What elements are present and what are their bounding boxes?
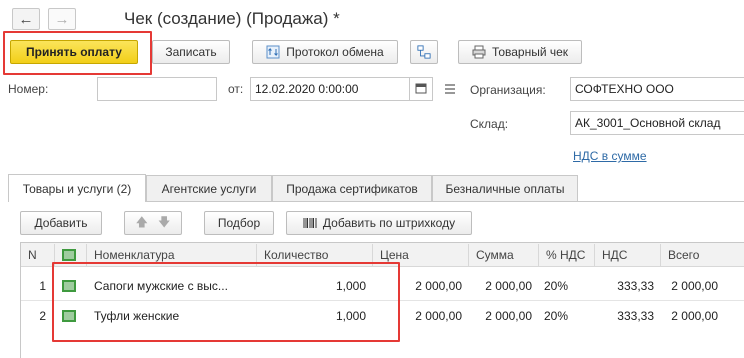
cell-n: 1 bbox=[39, 279, 46, 293]
cell-vat-rate: 20% bbox=[544, 309, 569, 323]
tab-certificate-sales[interactable]: Продажа сертификатов bbox=[272, 175, 432, 201]
pick-button[interactable]: Подбор bbox=[204, 211, 274, 235]
save-button[interactable]: Записать bbox=[152, 40, 230, 64]
exchange-log-label: Протокол обмена bbox=[286, 45, 384, 59]
col-header-n[interactable]: N bbox=[22, 244, 54, 266]
add-by-barcode-button[interactable]: Добавить по штрихкоду bbox=[286, 211, 472, 235]
exchange-log-button[interactable]: Протокол обмена bbox=[252, 40, 398, 64]
col-header-total[interactable]: Всего bbox=[662, 244, 742, 266]
add-row-button[interactable]: Добавить bbox=[20, 211, 102, 235]
date-field[interactable]: 12.02.2020 0:00:00 bbox=[250, 77, 410, 101]
number-field[interactable] bbox=[97, 77, 217, 101]
move-up-icon[interactable]: 🡅 bbox=[136, 213, 148, 234]
move-down-icon[interactable]: 🡇 bbox=[158, 213, 170, 234]
cell-vat: 333,33 bbox=[617, 309, 654, 323]
row-divider bbox=[21, 300, 744, 301]
tab-agent-services[interactable]: Агентские услуги bbox=[146, 175, 272, 201]
barcode-icon bbox=[303, 216, 317, 230]
cell-qty: 1,000 bbox=[335, 279, 366, 293]
number-label: Номер: bbox=[8, 82, 49, 96]
list-icon[interactable] bbox=[444, 83, 456, 98]
col-sep bbox=[54, 244, 55, 266]
vat-in-sum-link[interactable]: НДС в сумме bbox=[573, 149, 647, 163]
structure-icon bbox=[417, 45, 431, 59]
forward-button[interactable]: → bbox=[48, 8, 76, 30]
warehouse-field[interactable]: АК_3001_Основной склад bbox=[570, 111, 744, 135]
sales-receipt-button[interactable]: Товарный чек bbox=[458, 40, 582, 64]
cell-qty: 1,000 bbox=[335, 309, 366, 323]
tab-goods-services[interactable]: Товары и услуги (2) bbox=[8, 174, 146, 202]
warehouse-label: Склад: bbox=[470, 117, 509, 131]
cell-sum: 2 000,00 bbox=[485, 279, 532, 293]
barcode-row-icon bbox=[62, 280, 76, 295]
col-header-price[interactable]: Цена bbox=[374, 244, 466, 266]
col-header-vat-rate[interactable]: % НДС bbox=[540, 244, 592, 266]
organization-label: Организация: bbox=[470, 83, 546, 97]
structure-button[interactable] bbox=[410, 40, 438, 64]
cell-sum: 2 000,00 bbox=[485, 309, 532, 323]
col-header-sum[interactable]: Сумма bbox=[470, 244, 536, 266]
add-by-barcode-label: Добавить по штрихкоду bbox=[322, 216, 456, 230]
organization-field[interactable]: СОФТЕХНО ООО bbox=[570, 77, 744, 101]
col-sep bbox=[468, 244, 469, 266]
cell-item: Сапоги мужские с выс... bbox=[94, 279, 228, 293]
accept-payment-button[interactable]: Принять оплату bbox=[10, 40, 138, 64]
col-header-qty[interactable]: Количество bbox=[258, 244, 370, 266]
cell-price: 2 000,00 bbox=[415, 279, 462, 293]
col-sep bbox=[86, 244, 87, 266]
cell-n: 2 bbox=[39, 309, 46, 323]
arrow-right-icon: → bbox=[54, 10, 70, 28]
cell-vat: 333,33 bbox=[617, 279, 654, 293]
cell-item: Туфли женские bbox=[94, 309, 180, 323]
printer-icon bbox=[472, 45, 486, 59]
col-sep bbox=[372, 244, 373, 266]
col-sep bbox=[256, 244, 257, 266]
col-header-item[interactable]: Номенклатура bbox=[88, 244, 254, 266]
arrow-left-icon: ← bbox=[18, 10, 34, 28]
col-header-vat[interactable]: НДС bbox=[596, 244, 658, 266]
cell-vat-rate: 20% bbox=[544, 279, 569, 293]
back-button[interactable]: ← bbox=[12, 8, 40, 30]
col-sep bbox=[538, 244, 539, 266]
barcode-col-icon bbox=[62, 249, 76, 264]
cell-total: 2 000,00 bbox=[671, 279, 718, 293]
calendar-button[interactable] bbox=[409, 77, 433, 101]
cell-price: 2 000,00 bbox=[415, 309, 462, 323]
sales-receipt-label: Товарный чек bbox=[491, 45, 569, 59]
col-sep bbox=[660, 244, 661, 266]
barcode-row-icon bbox=[62, 310, 76, 325]
page-title: Чек (создание) (Продажа) * bbox=[124, 9, 340, 28]
date-label: от: bbox=[228, 82, 244, 96]
tab-cashless-payments[interactable]: Безналичные оплаты bbox=[432, 175, 578, 201]
move-buttons[interactable]: 🡅 🡇 bbox=[124, 211, 182, 235]
exchange-icon bbox=[266, 45, 280, 59]
col-sep bbox=[594, 244, 595, 266]
calendar-icon bbox=[415, 82, 427, 97]
cell-total: 2 000,00 bbox=[671, 309, 718, 323]
